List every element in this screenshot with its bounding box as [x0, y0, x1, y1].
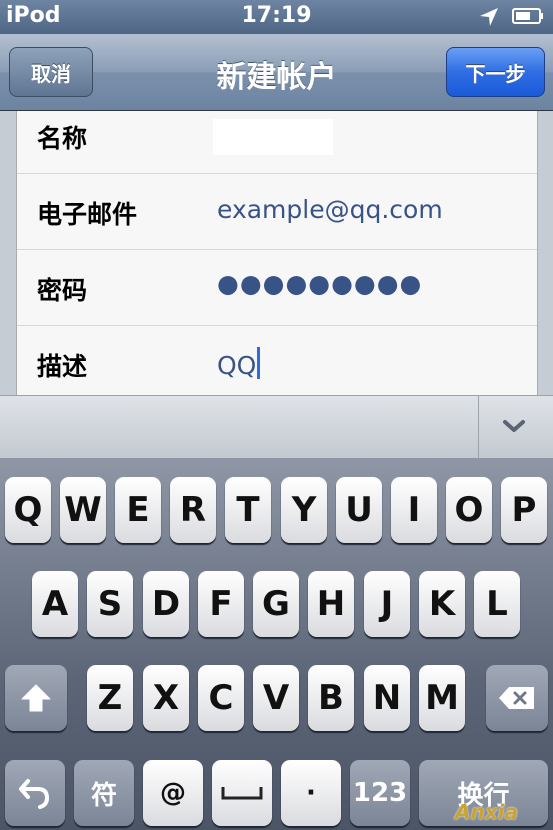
space-icon [221, 787, 263, 800]
delete-icon [499, 687, 534, 709]
next-button[interactable]: 下一步 [446, 47, 545, 97]
key-a[interactable]: A [32, 571, 78, 637]
key-h[interactable]: H [308, 571, 354, 637]
clock: 17:19 [241, 3, 312, 28]
key-x[interactable]: X [143, 665, 189, 731]
email-field[interactable]: example@qq.com [217, 195, 443, 224]
shift-key[interactable] [5, 665, 67, 731]
key-w[interactable]: W [60, 477, 106, 543]
keyboard: Q W E R T Y U I O P A S D F G H J K L Z … [0, 458, 553, 830]
text-cursor [257, 347, 261, 379]
key-p[interactable]: P [501, 477, 547, 543]
key-u[interactable]: U [336, 477, 382, 543]
key-j[interactable]: J [364, 571, 410, 637]
key-r[interactable]: R [170, 477, 216, 543]
space-key[interactable] [212, 760, 272, 826]
symbols-key[interactable]: 符 [74, 760, 134, 826]
password-field[interactable]: ●●●●●●●●● [217, 269, 422, 298]
key-o[interactable]: O [446, 477, 492, 543]
key-e[interactable]: E [115, 477, 161, 543]
numbers-key[interactable]: 123 [350, 760, 410, 826]
key-d[interactable]: D [143, 571, 189, 637]
name-field[interactable] [213, 119, 333, 155]
undo-icon [19, 779, 50, 809]
undo-key[interactable] [5, 760, 65, 826]
description-label: 描述 [37, 352, 88, 381]
key-q[interactable]: Q [5, 477, 51, 543]
description-row[interactable]: 描述 QQ [17, 325, 537, 395]
chevron-down-icon[interactable] [500, 414, 528, 438]
key-s[interactable]: S [87, 571, 133, 637]
key-t[interactable]: T [225, 477, 271, 543]
key-y[interactable]: Y [281, 477, 327, 543]
dot-key[interactable]: · [281, 760, 341, 826]
key-k[interactable]: K [419, 571, 465, 637]
accessory-divider [478, 396, 479, 458]
key-f[interactable]: F [198, 571, 244, 637]
key-m[interactable]: M [419, 665, 465, 731]
key-g[interactable]: G [253, 571, 299, 637]
key-c[interactable]: C [198, 665, 244, 731]
key-b[interactable]: B [308, 665, 354, 731]
shift-icon [21, 684, 51, 712]
watermark-logo: Anxia [455, 800, 518, 824]
account-form: 名称 电子邮件 example@qq.com 密码 ●●●●●●●●● 描述 Q… [0, 111, 553, 395]
delete-key[interactable] [486, 665, 548, 731]
battery-icon [512, 8, 543, 24]
location-arrow-icon [480, 8, 498, 26]
name-label: 名称 [37, 124, 88, 153]
email-row[interactable]: 电子邮件 example@qq.com [17, 173, 537, 250]
password-label: 密码 [37, 276, 88, 305]
key-l[interactable]: L [474, 571, 520, 637]
name-row[interactable]: 名称 [17, 111, 537, 174]
status-bar: iPod 17:19 [0, 0, 553, 34]
at-key[interactable]: @ [143, 760, 203, 826]
navigation-bar: 取消 新建帐户 下一步 [0, 34, 553, 111]
key-v[interactable]: V [253, 665, 299, 731]
key-n[interactable]: N [364, 665, 410, 731]
description-field[interactable]: QQ [217, 347, 261, 380]
form-card: 名称 电子邮件 example@qq.com 密码 ●●●●●●●●● 描述 Q… [16, 111, 538, 395]
key-i[interactable]: I [391, 477, 437, 543]
key-z[interactable]: Z [87, 665, 133, 731]
keyboard-accessory-bar [0, 395, 553, 459]
email-label: 电子邮件 [37, 200, 138, 229]
description-value: QQ [217, 351, 257, 380]
password-row[interactable]: 密码 ●●●●●●●●● [17, 249, 537, 326]
